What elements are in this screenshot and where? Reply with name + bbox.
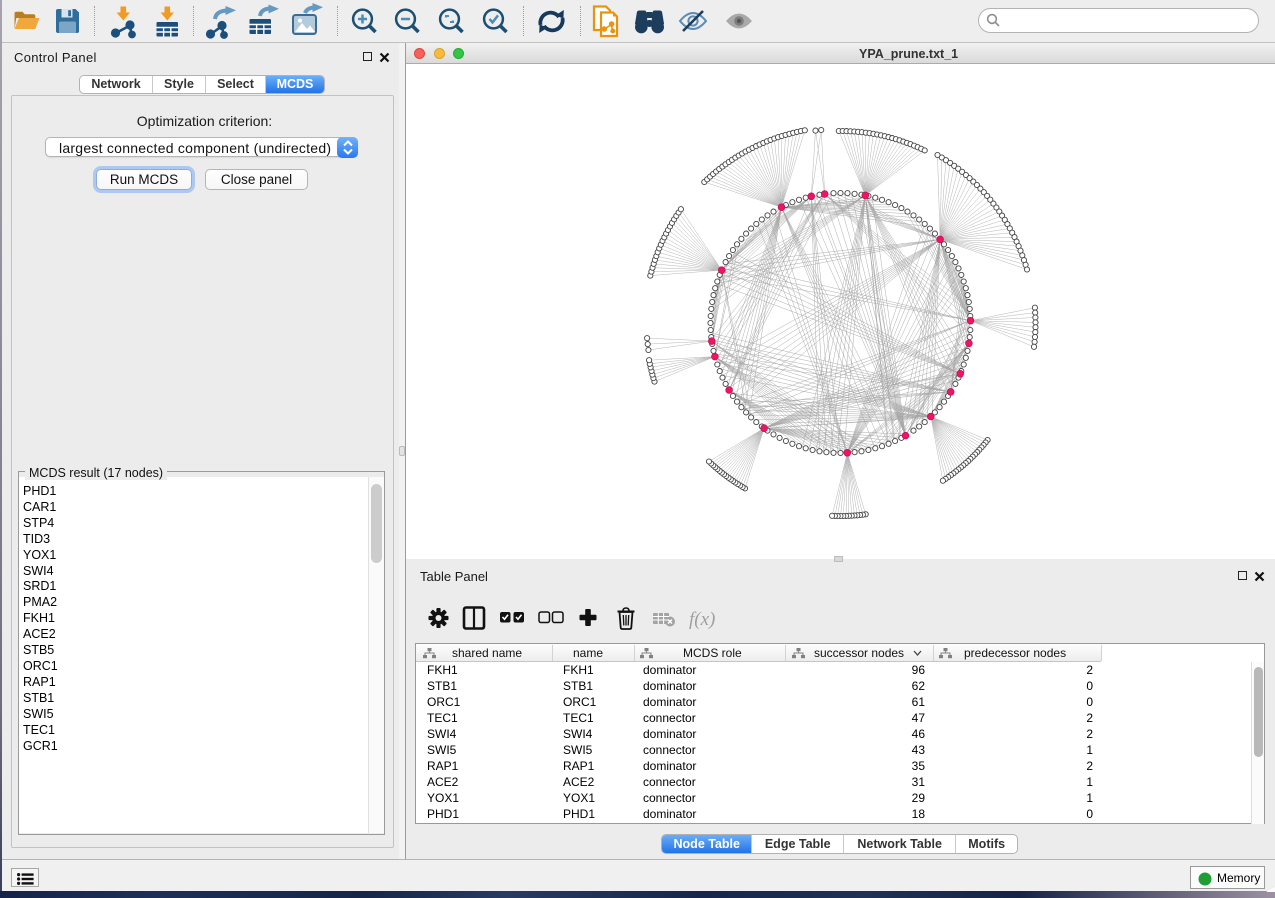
svg-text:f(x): f(x)	[689, 609, 715, 630]
